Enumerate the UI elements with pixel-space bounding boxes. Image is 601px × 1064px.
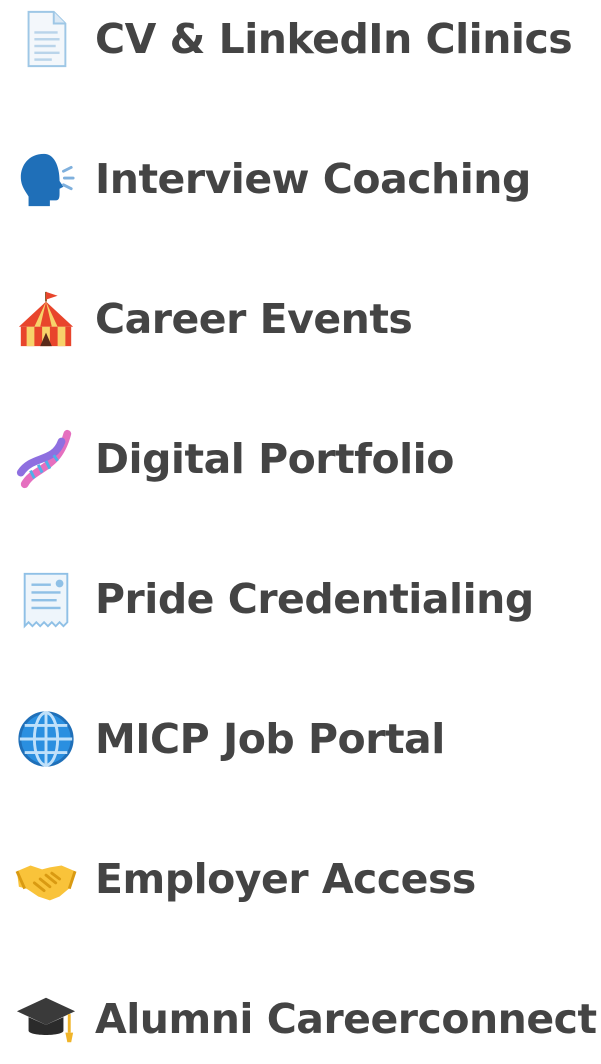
menu-item-label: Pride Credentialing	[95, 574, 534, 623]
menu-item-label: CV & LinkedIn Clinics	[95, 14, 573, 63]
graduation-cap-icon	[15, 988, 77, 1050]
menu-item-employer-access[interactable]: Employer Access	[0, 834, 601, 924]
page-facing-up-icon	[15, 8, 77, 70]
menu-item-label: Interview Coaching	[95, 154, 531, 203]
circus-tent-icon	[15, 288, 77, 350]
menu-list: CV & LinkedIn Clinics Interview Coaching	[0, 0, 601, 1044]
menu-item-career-events[interactable]: Career Events	[0, 274, 601, 364]
menu-item-label: Digital Portfolio	[95, 434, 454, 483]
menu-item-label: Alumni Careerconnect	[95, 994, 597, 1043]
menu-item-cv-linkedin-clinics[interactable]: CV & LinkedIn Clinics	[0, 0, 601, 84]
receipt-icon	[15, 568, 77, 630]
handshake-icon	[15, 848, 77, 910]
menu-item-label: MICP Job Portal	[95, 714, 445, 763]
menu-item-interview-coaching[interactable]: Interview Coaching	[0, 134, 601, 224]
menu-item-digital-portfolio[interactable]: Digital Portfolio	[0, 414, 601, 504]
menu-item-label: Career Events	[95, 294, 413, 343]
globe-meridians-icon	[15, 708, 77, 770]
menu-item-alumni-careerconnect[interactable]: Alumni Careerconnect	[0, 974, 601, 1064]
dna-icon	[15, 428, 77, 490]
menu-item-micp-job-portal[interactable]: MICP Job Portal	[0, 694, 601, 784]
menu-item-label: Employer Access	[95, 854, 476, 903]
menu-item-pride-credentialing[interactable]: Pride Credentialing	[0, 554, 601, 644]
speaking-head-icon	[15, 148, 77, 210]
